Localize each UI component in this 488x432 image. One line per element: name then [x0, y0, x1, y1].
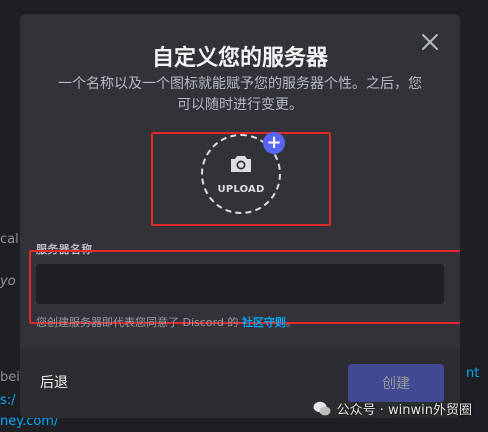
background-text-fragment: cal — [0, 232, 19, 247]
server-name-input[interactable] — [36, 264, 444, 304]
wechat-icon — [313, 401, 331, 415]
camera-icon — [231, 156, 251, 172]
server-name-label: 服务器名称 — [36, 243, 93, 256]
customize-server-modal: 自定义您的服务器 一个名称以及一个图标就能赋予您的服务器个性。之后，您可以随时进… — [20, 14, 460, 418]
terms-suffix: 。 — [285, 316, 297, 329]
background-text-fragment: yo — [0, 274, 16, 289]
plus-icon: + — [263, 132, 285, 154]
back-button[interactable]: 后退 — [40, 372, 68, 392]
terms-notice: 您创建服务器即代表您同意了 Discord 的 社区守则。 — [36, 314, 297, 330]
background-link-fragment: s:/ — [0, 393, 16, 408]
wechat-watermark: 公众号 · winwin外贸圈 — [313, 399, 472, 418]
watermark-text: 公众号 · winwin外贸圈 — [336, 403, 472, 418]
close-button[interactable] — [418, 30, 442, 54]
community-guidelines-link[interactable]: 社区守则 — [242, 316, 286, 329]
terms-prefix: 您创建服务器即代表您同意了 Discord 的 — [36, 316, 239, 329]
background-text-fragment: bei — [0, 370, 20, 385]
modal-subtitle: 一个名称以及一个图标就能赋予您的服务器个性。之后，您可以随时进行变更。 — [58, 76, 422, 113]
upload-icon-button[interactable]: UPLOAD + — [201, 132, 285, 214]
background-link-fragment: nt — [466, 366, 480, 381]
upload-label: UPLOAD — [217, 184, 265, 195]
create-button[interactable]: 创建 — [348, 364, 444, 402]
close-icon — [422, 34, 438, 50]
modal-title: 自定义您的服务器 — [151, 46, 328, 71]
